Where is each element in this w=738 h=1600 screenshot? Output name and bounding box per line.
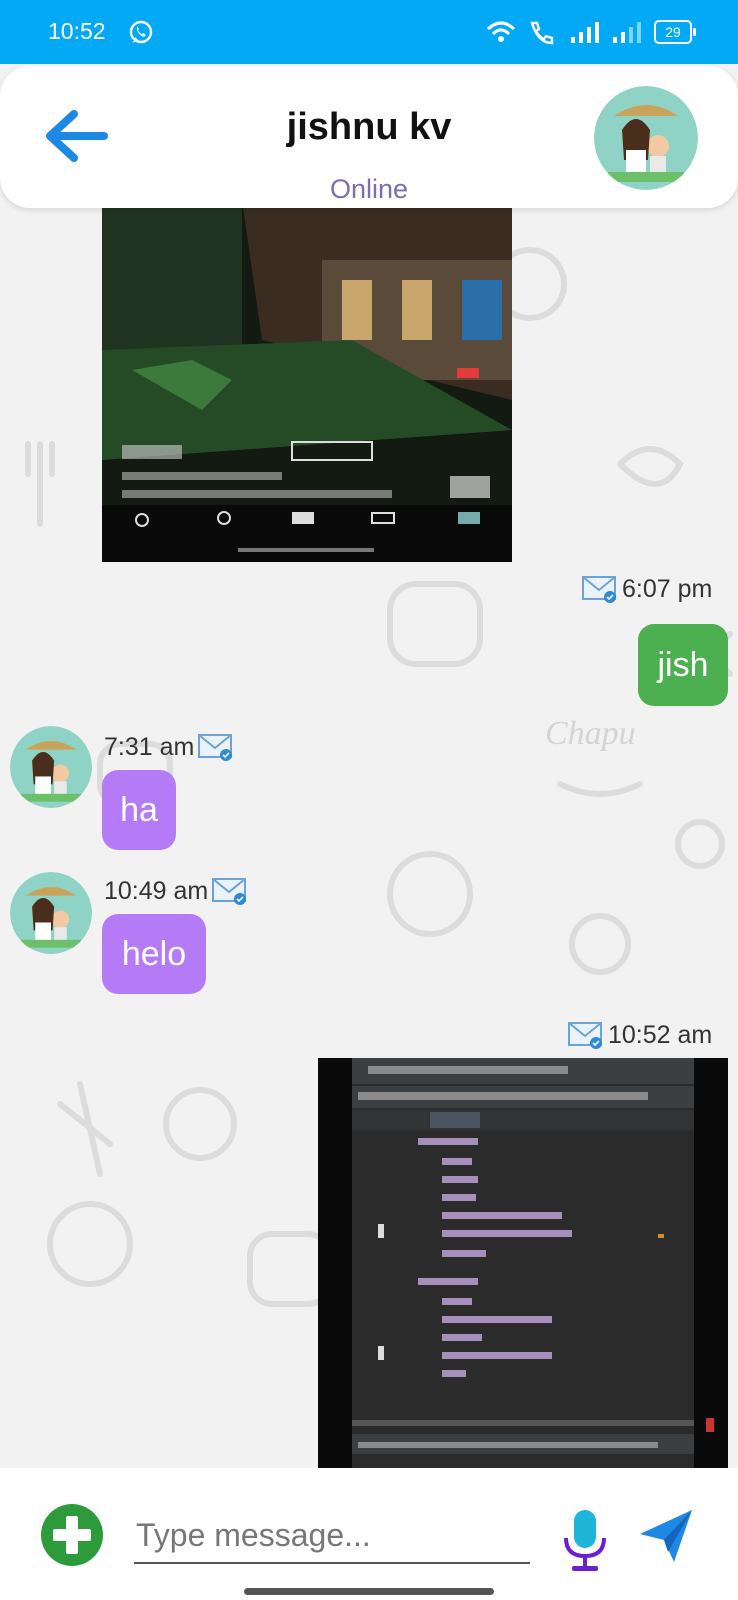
send-icon[interactable] xyxy=(638,1508,694,1564)
message-time: 7:31 am xyxy=(104,732,195,761)
status-bar: 10:52 29 xyxy=(0,0,738,64)
message-meta: 10:49 am xyxy=(104,876,248,906)
signal-icon-sim2 xyxy=(613,22,641,43)
sender-avatar[interactable] xyxy=(10,726,92,808)
signal-icon-sim1 xyxy=(571,22,599,43)
message-meta: 10:52 am xyxy=(568,1020,712,1050)
message-meta: 6:07 pm xyxy=(582,574,712,604)
battery-icon: 29 xyxy=(654,20,696,44)
home-indicator xyxy=(244,1588,494,1595)
avatar-illustration xyxy=(10,872,92,954)
message-input[interactable] xyxy=(134,1508,530,1564)
read-receipt-envelope-icon xyxy=(198,734,233,761)
incoming-text-bubble[interactable]: ha xyxy=(102,770,176,850)
wallpaper-logo: Chapu xyxy=(545,715,636,752)
image-message[interactable] xyxy=(102,200,512,562)
wifi-calling-icon xyxy=(530,21,554,45)
add-attachment-icon[interactable] xyxy=(40,1503,104,1567)
status-time: 10:52 xyxy=(48,18,106,44)
contact-avatar[interactable] xyxy=(594,86,698,190)
image-thumbnail xyxy=(102,200,512,562)
microphone-icon[interactable] xyxy=(560,1508,610,1574)
message-time: 10:52 am xyxy=(608,1020,713,1049)
image-thumbnail xyxy=(318,1058,728,1468)
read-receipt-envelope-icon xyxy=(568,1022,602,1049)
message-time: 6:07 pm xyxy=(622,574,713,603)
avatar-illustration xyxy=(10,726,92,808)
image-message[interactable] xyxy=(318,1058,728,1468)
read-receipt-envelope-icon xyxy=(582,576,616,603)
incoming-text-bubble[interactable]: helo xyxy=(102,914,206,994)
whatsapp-icon xyxy=(129,20,153,44)
avatar-illustration xyxy=(594,86,698,190)
outgoing-text-bubble[interactable]: jish xyxy=(638,624,728,706)
message-meta: 7:31 am xyxy=(104,732,234,762)
read-receipt-envelope-icon xyxy=(212,878,247,905)
wifi-icon xyxy=(486,21,516,42)
sender-avatar[interactable] xyxy=(10,872,92,954)
message-time: 10:49 am xyxy=(104,876,209,905)
